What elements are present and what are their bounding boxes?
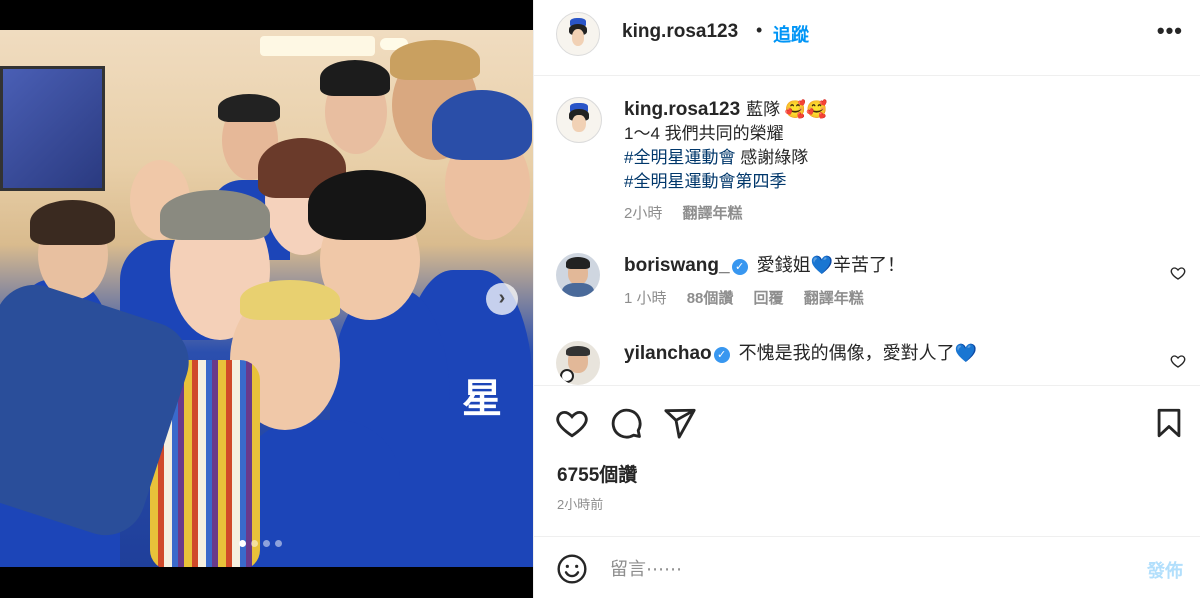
post-media: 星 ›: [0, 0, 533, 598]
carousel-dot: [263, 540, 270, 547]
comment-body: 不愧是我的偶像，愛對人了💙: [733, 343, 978, 363]
caption-username[interactable]: king.rosa123: [624, 99, 740, 120]
post-actions: 6755個讚 2小時前: [534, 385, 1200, 531]
caption-meta: 2小時 翻譯年糕: [624, 202, 827, 226]
caption-line: 藍隊 🥰🥰: [746, 100, 828, 119]
person-hair: [320, 60, 390, 96]
emoji-icon[interactable]: [556, 553, 588, 585]
caption-line: 感謝綠隊: [735, 148, 809, 167]
comment-input[interactable]: [610, 557, 1090, 581]
comment-bubble-icon[interactable]: [609, 406, 643, 440]
carousel-dot: [239, 540, 246, 547]
ceiling-light: [260, 36, 375, 56]
author-avatar[interactable]: [556, 12, 600, 56]
person-hair: [30, 200, 115, 245]
commenter-username[interactable]: boriswang_: [624, 255, 730, 276]
comment-body: 愛錢姐💙辛苦了！: [751, 255, 905, 275]
commenter-username[interactable]: yilanchao: [624, 343, 712, 364]
author-avatar[interactable]: [556, 97, 602, 143]
wall-screen: [0, 66, 105, 191]
comment-composer: 發佈: [534, 536, 1200, 598]
person-hair: [218, 94, 280, 122]
jersey-logo: 星: [462, 377, 502, 421]
comments-list[interactable]: king.rosa123 藍隊 🥰🥰 1～4 我們共同的榮耀 #全明星運動會 感謝…: [534, 77, 1200, 385]
caption-line: 1～4 我們共同的榮耀: [624, 124, 784, 143]
person-hair: [240, 280, 340, 320]
caption-time: 2小時: [624, 205, 663, 222]
hashtag-link[interactable]: #全明星運動會: [624, 148, 735, 167]
more-options-icon[interactable]: •••: [1157, 18, 1183, 44]
comment-likes[interactable]: 88個讚: [687, 290, 734, 307]
share-send-icon[interactable]: [663, 406, 697, 440]
comment-meta: 1 小時 88個讚 回覆 翻譯年糕: [624, 287, 905, 311]
likes-count[interactable]: 6755個讚: [557, 460, 637, 487]
follow-button[interactable]: 追蹤: [773, 21, 809, 47]
comment-item: boriswang_ ✓ 愛錢姐💙辛苦了！ 1 小時 88個讚 回覆 翻譯年糕: [534, 253, 1200, 323]
hashtag-link[interactable]: #全明星運動會第四季: [624, 172, 786, 191]
verified-badge-icon: ✓: [731, 259, 748, 275]
comment-text: boriswang_ ✓ 愛錢姐💙辛苦了！ 1 小時 88個讚 回覆 翻譯年糕: [624, 253, 905, 311]
translate-link[interactable]: 翻譯年糕: [683, 205, 743, 222]
post-photo[interactable]: 星: [0, 30, 533, 567]
carousel-dot: [251, 540, 258, 547]
translate-link[interactable]: 翻譯年糕: [804, 290, 864, 307]
separator: •: [756, 20, 763, 40]
comment-item: yilanchao ✓ 不愧是我的偶像，愛對人了💙: [534, 341, 1200, 385]
post-comment-button[interactable]: 發佈: [1147, 557, 1183, 583]
verified-badge-icon: ✓: [713, 347, 730, 363]
post-timestamp: 2小時前: [557, 497, 604, 512]
carousel-indicator: [239, 540, 282, 547]
like-heart-icon[interactable]: [555, 406, 589, 440]
person-hair: [160, 190, 270, 240]
author-username[interactable]: king.rosa123: [622, 21, 738, 43]
commenter-avatar[interactable]: [556, 341, 600, 385]
bookmark-icon[interactable]: [1152, 406, 1186, 440]
comment-time: 1 小時: [624, 290, 667, 307]
person-hair: [390, 40, 480, 80]
post-header: king.rosa123 • 追蹤 •••: [534, 0, 1200, 76]
comment-text: yilanchao ✓ 不愧是我的偶像，愛對人了💙: [624, 341, 977, 366]
caption-text: king.rosa123 藍隊 🥰🥰 1～4 我們共同的榮耀 #全明星運動會 感謝…: [624, 98, 827, 226]
person-hair: [308, 170, 426, 240]
next-slide-button[interactable]: ›: [486, 283, 518, 315]
carousel-dot: [275, 540, 282, 547]
post-panel: king.rosa123 • 追蹤 ••• king.rosa123 藍隊 🥰🥰 …: [533, 0, 1200, 598]
commenter-avatar[interactable]: [556, 253, 600, 297]
comment-like-icon[interactable]: [1170, 265, 1186, 281]
comment-like-icon[interactable]: [1170, 353, 1186, 369]
person-hair: [432, 90, 532, 160]
reply-button[interactable]: 回覆: [754, 290, 784, 307]
